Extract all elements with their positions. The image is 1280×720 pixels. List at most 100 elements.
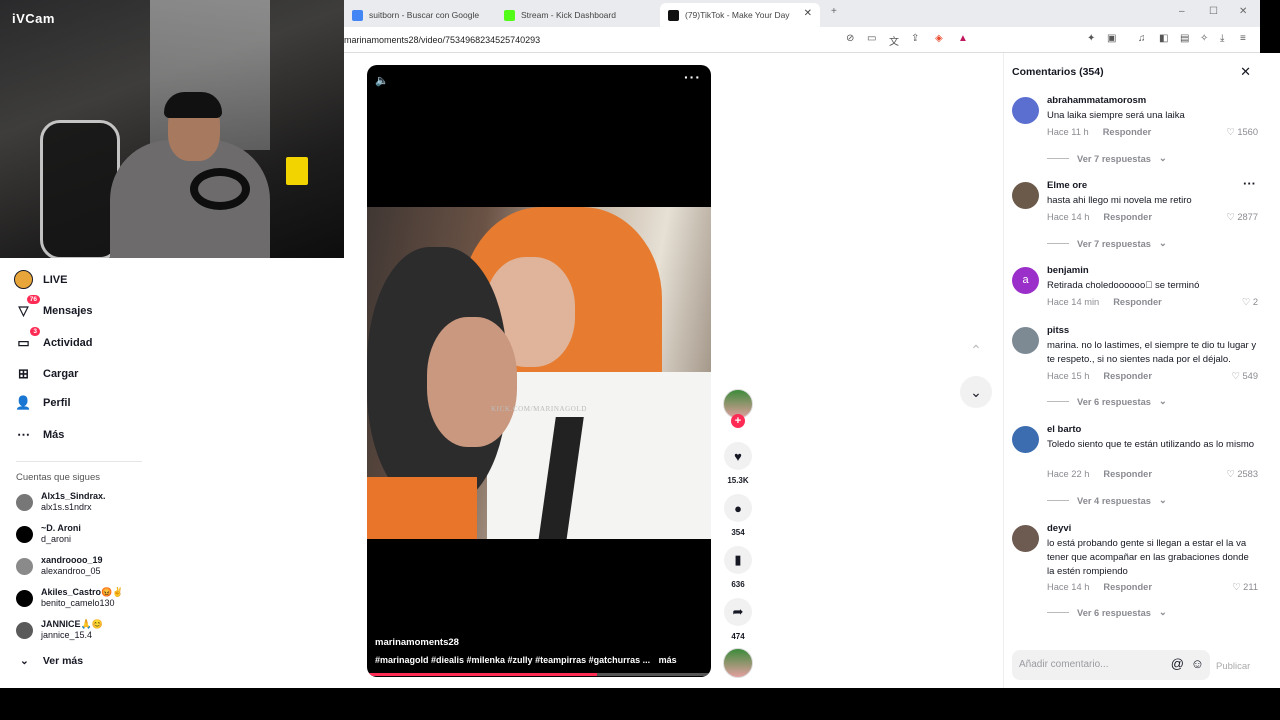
share-arrow-icon: ➦ <box>732 604 744 619</box>
comment-likes: 211 <box>1243 582 1258 592</box>
view-replies-button[interactable]: Ver 7 respuestas ⌄ <box>1047 153 1167 164</box>
maximize-button[interactable]: ☐ <box>1209 6 1218 17</box>
more-link[interactable]: más <box>659 655 677 665</box>
heart-outline-icon: ♡ <box>1226 469 1235 479</box>
comment-input[interactable]: Añadir comentario... @ ☺ <box>1012 650 1210 680</box>
avatar[interactable] <box>1012 327 1039 354</box>
tab-tiktok[interactable]: (79)TikTok - Make Your Day ✕ <box>660 3 820 27</box>
avatar <box>16 621 33 639</box>
publish-button[interactable]: Publicar <box>1216 661 1250 672</box>
comment-options-icon[interactable]: ··· <box>1243 176 1256 191</box>
menu-icon[interactable]: ≡ <box>1240 33 1246 44</box>
comment-like-button[interactable]: ♡ 549 <box>1232 371 1258 382</box>
comment-user[interactable]: benjamin <box>1047 265 1089 276</box>
like-button[interactable]: ♥ <box>724 442 752 470</box>
address-bar[interactable]: marinamoments28/video/753496823452574029… <box>344 27 1260 53</box>
sidebar-item-activity[interactable]: ▭ 3 Actividad <box>14 327 93 352</box>
comment-like-button[interactable]: ♡ 1560 <box>1226 127 1258 138</box>
sound-avatar[interactable] <box>723 648 753 678</box>
comment-user[interactable]: deyvi <box>1047 523 1071 534</box>
divider <box>1047 243 1069 244</box>
reply-button[interactable]: Responder <box>1103 371 1152 381</box>
video-progress-bar[interactable] <box>367 673 711 676</box>
media-icon[interactable]: ♫ <box>1138 33 1146 44</box>
downloads-icon[interactable]: ⤓ <box>1220 33 1224 44</box>
view-replies-button[interactable]: Ver 6 respuestas ⌄ <box>1047 396 1167 407</box>
view-replies-button[interactable]: Ver 4 respuestas ⌄ <box>1047 495 1167 506</box>
sidebar-item-profile[interactable]: 👤 Perfil <box>14 393 70 412</box>
previous-video-button[interactable]: ⌃ <box>960 334 992 366</box>
new-tab-button[interactable]: + <box>831 6 837 17</box>
comment-like-button[interactable]: ♡ 211 <box>1232 582 1258 593</box>
url-text[interactable]: marinamoments28/video/753496823452574029… <box>344 35 540 45</box>
share-icon[interactable]: ⇪ <box>911 33 919 44</box>
tab-google[interactable]: suitborn - Buscar con Google <box>344 3 494 27</box>
avatar[interactable] <box>1012 525 1039 552</box>
tab-kick[interactable]: Stream - Kick Dashboard <box>496 3 656 27</box>
close-tab-icon[interactable]: ✕ <box>804 8 812 19</box>
video-options-icon[interactable]: ··· <box>684 69 701 85</box>
screenshot-icon[interactable]: ▣ <box>1107 33 1116 44</box>
translate-icon[interactable]: 文 <box>889 33 899 48</box>
sidebar-item-more[interactable]: ⋯ Más <box>14 425 64 444</box>
minimize-button[interactable]: – <box>1179 6 1185 17</box>
reply-button[interactable]: Responder <box>1103 127 1152 137</box>
share-button[interactable]: ➦ <box>724 598 752 626</box>
sidebar-item-label: LIVE <box>43 273 68 286</box>
heart-outline-icon: ♡ <box>1232 582 1241 592</box>
page-scrollbar[interactable] <box>1260 53 1280 688</box>
cast-icon[interactable]: ▭ <box>867 33 876 44</box>
comment-user[interactable]: pitss <box>1047 325 1069 336</box>
comment-user[interactable]: el barto <box>1047 424 1081 435</box>
divider <box>1047 158 1069 159</box>
followed-account[interactable]: JANNICE🙏😊 jannice_15.4 <box>16 619 103 641</box>
follow-plus-icon[interactable]: + <box>731 414 745 428</box>
webcam-overlay: iVCam <box>0 0 344 258</box>
comment-button[interactable]: ● <box>724 494 752 522</box>
heart-outline-icon: ♡ <box>1231 371 1240 381</box>
followed-account[interactable]: ~D. Aroni d_aroni <box>16 523 81 545</box>
extensions-icon[interactable]: ✦ <box>1087 33 1095 44</box>
sidebar-item-upload[interactable]: ⊞ Cargar <box>14 364 78 383</box>
leo-icon[interactable]: ✧ <box>1200 33 1208 44</box>
video-player[interactable]: 🔈 ··· KICK.COM/MARINAGOLD marinamoments2… <box>367 65 711 677</box>
comment-user[interactable]: Elme ore <box>1047 180 1087 191</box>
sidebar-toggle-icon[interactable]: ◧ <box>1159 33 1168 44</box>
comment-meta: Hace 22 h Responder <box>1047 469 1152 479</box>
reply-button[interactable]: Responder <box>1103 582 1152 592</box>
brave-rewards-icon[interactable]: ▲ <box>958 33 968 44</box>
avatar[interactable] <box>1012 426 1039 453</box>
wallet-icon[interactable]: ▤ <box>1180 33 1189 44</box>
comment-like-button[interactable]: ♡ 2877 <box>1226 212 1258 223</box>
bottom-bar <box>0 688 1280 720</box>
reader-icon[interactable]: ⊘ <box>846 33 854 44</box>
reply-button[interactable]: Responder <box>1113 297 1162 307</box>
followed-account[interactable]: Alx1s_Sindrax. alx1s.s1ndrx <box>16 491 106 513</box>
video-author[interactable]: marinamoments28 <box>375 637 459 648</box>
reply-button[interactable]: Responder <box>1103 469 1152 479</box>
avatar[interactable] <box>1012 182 1039 209</box>
sidebar-item-messages[interactable]: ▽ 76 Mensajes <box>14 295 93 320</box>
reply-button[interactable]: Responder <box>1103 212 1152 222</box>
next-video-button[interactable]: ⌄ <box>960 376 992 408</box>
avatar[interactable] <box>1012 97 1039 124</box>
comment-like-button[interactable]: ♡ 2 <box>1242 297 1258 308</box>
followed-account[interactable]: Akiles_Castro😡✌ benito_camelo130 <box>16 587 123 609</box>
video-hashtags[interactable]: #marinagold #diealis #milenka #zully #te… <box>375 655 650 665</box>
save-button[interactable]: ▮ <box>724 546 752 574</box>
see-more-button[interactable]: ⌄ Ver más <box>20 655 83 667</box>
avatar[interactable]: a <box>1012 267 1039 294</box>
view-replies-button[interactable]: Ver 6 respuestas ⌄ <box>1047 607 1167 618</box>
sidebar-item-live[interactable]: LIVE <box>14 270 67 289</box>
brave-shield-icon[interactable]: ◈ <box>935 33 943 44</box>
followed-account[interactable]: xandroooo_19 alexandroo_05 <box>16 555 103 577</box>
close-icon[interactable]: ✕ <box>1240 64 1251 80</box>
comment-user[interactable]: abrahammatamorosm <box>1047 95 1146 106</box>
comment-like-button[interactable]: ♡ 2583 <box>1226 469 1258 480</box>
mention-icon[interactable]: @ <box>1171 656 1184 671</box>
comment-meta: Hace 14 h Responder <box>1047 212 1152 222</box>
emoji-icon[interactable]: ☺ <box>1191 656 1204 671</box>
view-replies-button[interactable]: Ver 7 respuestas ⌄ <box>1047 238 1167 249</box>
close-window-button[interactable]: ✕ <box>1239 6 1247 17</box>
volume-icon[interactable]: 🔈 <box>375 74 389 87</box>
